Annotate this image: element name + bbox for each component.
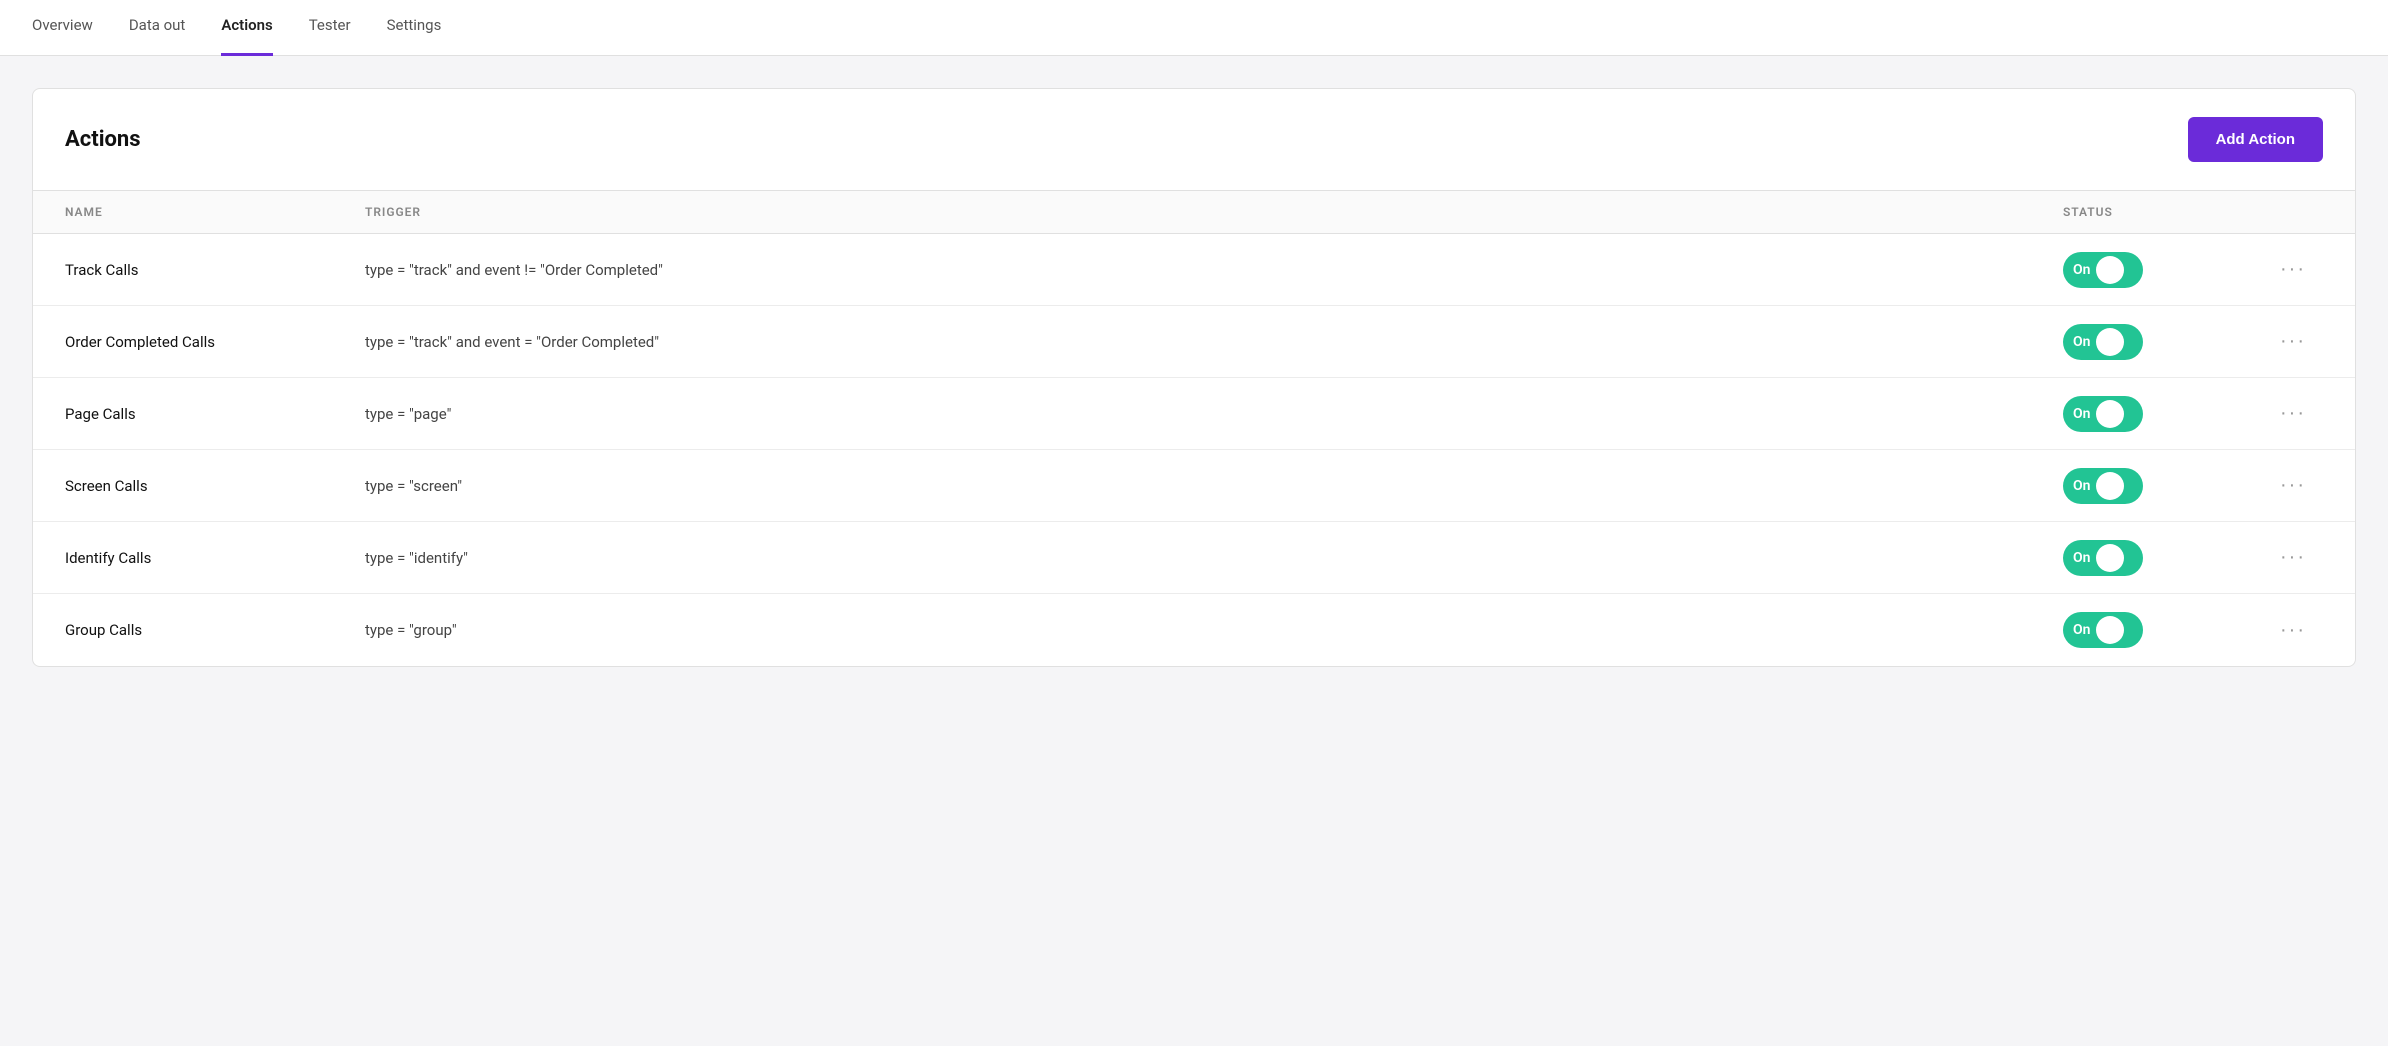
- row-actions: ···: [2263, 542, 2323, 573]
- row-name: Group Calls: [65, 621, 365, 639]
- row-name: Screen Calls: [65, 477, 365, 495]
- more-options-button[interactable]: ···: [2272, 615, 2314, 646]
- row-actions: ···: [2263, 398, 2323, 429]
- nav-item-actions[interactable]: Actions: [221, 0, 272, 56]
- table-row: Identify Callstype = "identify" On ···: [33, 522, 2355, 594]
- table-row: Track Callstype = "track" and event != "…: [33, 234, 2355, 306]
- more-options-button[interactable]: ···: [2272, 254, 2314, 285]
- add-action-button[interactable]: Add Action: [2188, 117, 2323, 162]
- more-options-button[interactable]: ···: [2272, 398, 2314, 429]
- table-body: Track Callstype = "track" and event != "…: [33, 234, 2355, 666]
- row-actions: ···: [2263, 470, 2323, 501]
- row-status: On: [2063, 252, 2263, 288]
- toggle-label: On: [2073, 622, 2090, 638]
- toggle-knob: [2096, 472, 2124, 500]
- row-status: On: [2063, 468, 2263, 504]
- toggle-label: On: [2073, 478, 2090, 494]
- row-name: Identify Calls: [65, 549, 365, 567]
- status-toggle[interactable]: On: [2063, 324, 2143, 360]
- more-options-button[interactable]: ···: [2272, 470, 2314, 501]
- actions-card: Actions Add Action NAMETRIGGERSTATUS Tra…: [32, 88, 2356, 667]
- row-name: Order Completed Calls: [65, 333, 365, 351]
- toggle-label: On: [2073, 334, 2090, 350]
- nav-item-data-out[interactable]: Data out: [129, 0, 186, 56]
- more-options-button[interactable]: ···: [2272, 542, 2314, 573]
- toggle-knob: [2096, 616, 2124, 644]
- status-toggle[interactable]: On: [2063, 612, 2143, 648]
- toggle-knob: [2096, 256, 2124, 284]
- toggle-knob: [2096, 328, 2124, 356]
- main-content: Actions Add Action NAMETRIGGERSTATUS Tra…: [0, 56, 2388, 667]
- col-header-name: NAME: [65, 205, 365, 219]
- toggle-label: On: [2073, 406, 2090, 422]
- status-toggle[interactable]: On: [2063, 540, 2143, 576]
- toggle-label: On: [2073, 550, 2090, 566]
- row-status: On: [2063, 396, 2263, 432]
- row-trigger: type = "group": [365, 621, 2063, 639]
- page-title: Actions: [65, 127, 141, 152]
- nav-item-overview[interactable]: Overview: [32, 0, 93, 56]
- row-trigger: type = "track" and event = "Order Comple…: [365, 333, 2063, 351]
- row-actions: ···: [2263, 254, 2323, 285]
- table-row: Order Completed Callstype = "track" and …: [33, 306, 2355, 378]
- nav-item-tester[interactable]: Tester: [309, 0, 351, 56]
- toggle-knob: [2096, 544, 2124, 572]
- row-trigger: type = "identify": [365, 549, 2063, 567]
- nav-item-settings[interactable]: Settings: [387, 0, 442, 56]
- table-row: Screen Callstype = "screen" On ···: [33, 450, 2355, 522]
- more-options-button[interactable]: ···: [2272, 326, 2314, 357]
- row-status: On: [2063, 612, 2263, 648]
- row-status: On: [2063, 324, 2263, 360]
- top-nav: Overview Data out Actions Tester Settings: [0, 0, 2388, 56]
- status-toggle[interactable]: On: [2063, 252, 2143, 288]
- col-header-trigger: TRIGGER: [365, 205, 2063, 219]
- status-toggle[interactable]: On: [2063, 396, 2143, 432]
- toggle-knob: [2096, 400, 2124, 428]
- row-trigger: type = "track" and event != "Order Compl…: [365, 261, 2063, 279]
- row-actions: ···: [2263, 615, 2323, 646]
- row-name: Page Calls: [65, 405, 365, 423]
- status-toggle[interactable]: On: [2063, 468, 2143, 504]
- actions-header: Actions Add Action: [33, 89, 2355, 191]
- row-actions: ···: [2263, 326, 2323, 357]
- row-name: Track Calls: [65, 261, 365, 279]
- table-row: Page Callstype = "page" On ···: [33, 378, 2355, 450]
- table-header: NAMETRIGGERSTATUS: [33, 191, 2355, 234]
- row-trigger: type = "screen": [365, 477, 2063, 495]
- table-row: Group Callstype = "group" On ···: [33, 594, 2355, 666]
- col-header-status: STATUS: [2063, 205, 2263, 219]
- row-status: On: [2063, 540, 2263, 576]
- toggle-label: On: [2073, 262, 2090, 278]
- row-trigger: type = "page": [365, 405, 2063, 423]
